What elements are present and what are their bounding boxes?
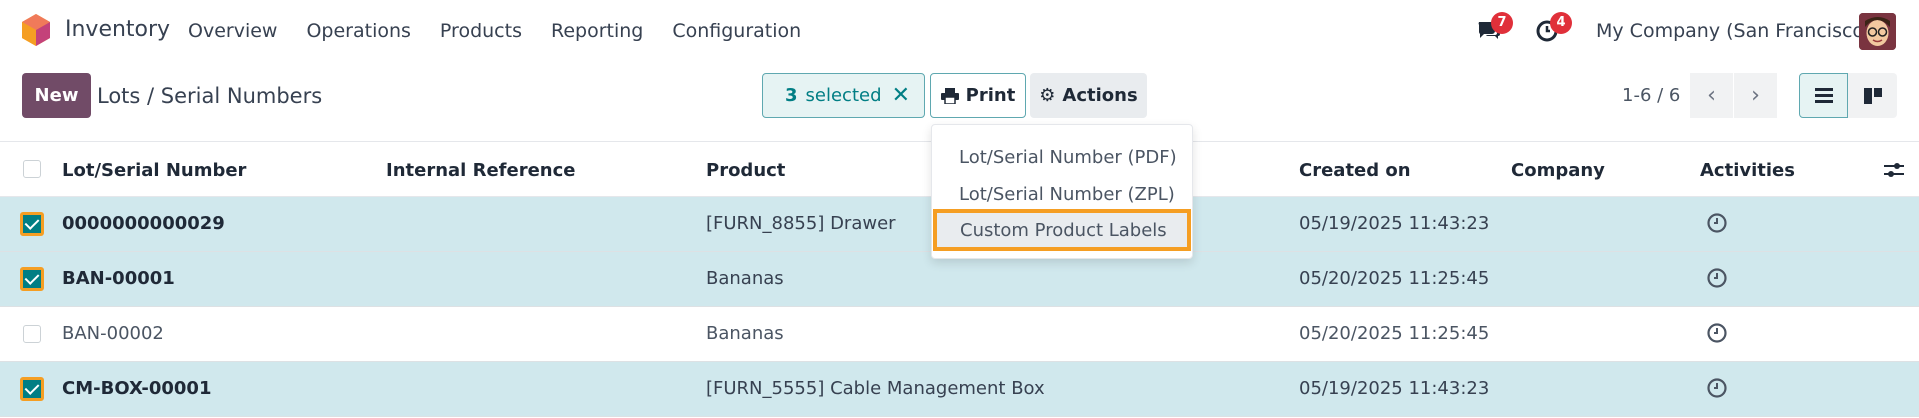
print-button[interactable]: Print: [930, 73, 1026, 118]
product-name: Bananas: [706, 268, 784, 289]
list-view-button[interactable]: [1799, 73, 1848, 118]
pager-previous-button[interactable]: ‹: [1690, 73, 1733, 118]
top-navbar: Inventory Overview Operations Products R…: [0, 0, 1919, 62]
header-created-on[interactable]: Created on: [1299, 160, 1411, 181]
pager-value[interactable]: 1-6 / 6: [1622, 85, 1680, 106]
menu-item-custom-labels-highlight[interactable]: Custom Product Labels: [933, 209, 1191, 251]
product-name: Bananas: [706, 323, 784, 344]
new-button[interactable]: New: [22, 73, 91, 118]
activity-clock-icon[interactable]: [1706, 322, 1728, 344]
actions-button[interactable]: ⚙ Actions: [1030, 73, 1147, 118]
column-settings-icon[interactable]: [1884, 161, 1904, 179]
lot-number: 0000000000029: [62, 213, 225, 234]
print-dropdown-menu: Lot/Serial Number (PDF) Lot/Serial Numbe…: [931, 124, 1193, 259]
app-name[interactable]: Inventory: [65, 17, 170, 42]
menu-products[interactable]: Products: [440, 20, 522, 42]
header-lot[interactable]: Lot/Serial Number: [62, 160, 246, 181]
selected-count: 3: [785, 85, 798, 106]
pager-next-button[interactable]: ›: [1734, 73, 1777, 118]
menu-item-lot-zpl[interactable]: Lot/Serial Number (ZPL): [959, 184, 1175, 205]
row-checkbox[interactable]: [20, 377, 44, 401]
header-internal-reference[interactable]: Internal Reference: [386, 160, 575, 181]
lot-number: BAN-00002: [62, 323, 164, 344]
company-switcher[interactable]: My Company (San Francisco): [1596, 20, 1871, 42]
header-product[interactable]: Product: [706, 160, 785, 181]
header-company[interactable]: Company: [1511, 160, 1605, 181]
clear-selection-icon[interactable]: ✕: [892, 83, 910, 108]
created-on: 05/19/2025 11:43:23: [1299, 378, 1490, 399]
user-avatar[interactable]: [1859, 13, 1896, 50]
chevron-right-icon: ›: [1751, 83, 1760, 108]
activity-clock-icon[interactable]: [1706, 377, 1728, 399]
product-name: [FURN_8855] Drawer: [706, 213, 896, 234]
main-menu: Overview Operations Products Reporting C…: [188, 20, 830, 42]
lot-number: BAN-00001: [62, 268, 175, 289]
activities-button[interactable]: 4: [1535, 12, 1572, 43]
select-all-checkbox[interactable]: [23, 160, 41, 178]
table-row[interactable]: CM-BOX-00001 [FURN_5555] Cable Managemen…: [0, 362, 1919, 417]
menu-reporting[interactable]: Reporting: [551, 20, 643, 42]
activity-clock-icon[interactable]: [1706, 212, 1728, 234]
gear-icon: ⚙: [1039, 85, 1056, 106]
kanban-view-button[interactable]: [1848, 73, 1897, 118]
created-on: 05/20/2025 11:25:45: [1299, 323, 1490, 344]
print-label: Print: [965, 85, 1016, 106]
chevron-left-icon: ‹: [1707, 83, 1716, 108]
product-name: [FURN_5555] Cable Management Box: [706, 378, 1045, 399]
menu-item-custom-product-labels[interactable]: Custom Product Labels: [960, 220, 1167, 241]
kanban-icon: [1863, 87, 1882, 104]
table-row[interactable]: BAN-00002 Bananas 05/20/2025 11:25:45: [0, 307, 1919, 362]
header-activities[interactable]: Activities: [1700, 160, 1795, 181]
table-row[interactable]: BAN-00001 Bananas 05/20/2025 11:25:45: [0, 252, 1919, 307]
printer-icon: [940, 87, 959, 104]
messages-button[interactable]: 7: [1476, 12, 1513, 43]
menu-configuration[interactable]: Configuration: [672, 20, 801, 42]
row-checkbox[interactable]: [20, 267, 44, 291]
created-on: 05/19/2025 11:43:23: [1299, 213, 1490, 234]
inventory-app-icon[interactable]: [22, 14, 50, 46]
avatar-icon: [1859, 13, 1896, 50]
selection-indicator: 3 selected ✕: [762, 73, 925, 118]
lot-number: CM-BOX-00001: [62, 378, 212, 399]
actions-label: Actions: [1062, 85, 1138, 106]
menu-item-lot-pdf[interactable]: Lot/Serial Number (PDF): [959, 147, 1177, 168]
menu-operations[interactable]: Operations: [306, 20, 410, 42]
menu-overview[interactable]: Overview: [188, 20, 277, 42]
row-checkbox[interactable]: [23, 325, 41, 343]
messages-badge: 7: [1491, 12, 1513, 34]
activities-badge: 4: [1550, 12, 1572, 34]
breadcrumb: Lots / Serial Numbers: [97, 84, 323, 108]
list-icon: [1814, 87, 1833, 103]
row-checkbox[interactable]: [20, 212, 44, 236]
created-on: 05/20/2025 11:25:45: [1299, 268, 1490, 289]
activity-clock-icon[interactable]: [1706, 267, 1728, 289]
selected-label: selected: [805, 85, 882, 106]
